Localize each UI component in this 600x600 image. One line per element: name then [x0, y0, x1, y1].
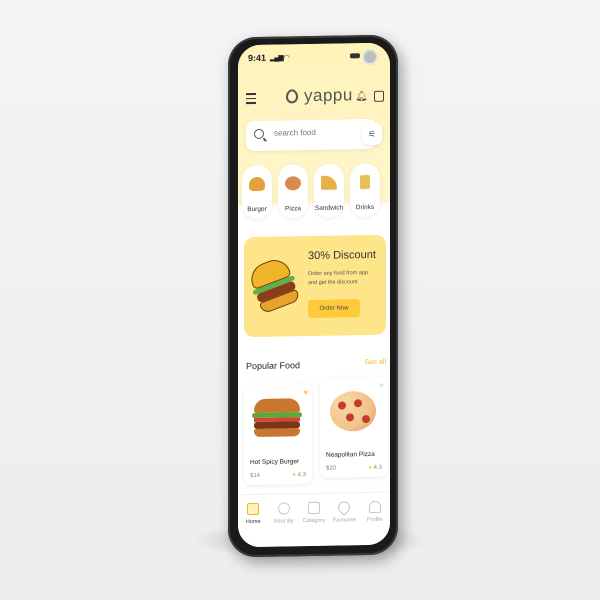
food-name: Neapolitan Pizza — [326, 450, 375, 459]
stage: 9:41 ▂▄▆ ◠ yappu 🔔︎ ⚟ — [0, 0, 600, 600]
battery-icon — [350, 53, 360, 59]
order-now-button[interactable]: Order Now — [308, 299, 360, 319]
front-camera — [362, 48, 378, 66]
nav-home[interactable]: Home — [238, 502, 268, 526]
category-label: Pizza — [285, 205, 301, 213]
star-icon: ● — [292, 472, 296, 479]
status-bar: 9:41 ▂▄▆ ◠ — [248, 48, 380, 66]
promo-burger-illustration — [246, 255, 302, 316]
location-pin-icon — [286, 89, 298, 104]
shopping-bag-icon[interactable] — [374, 90, 384, 102]
category-list: Burger Pizza Sandwich Drinks — [242, 162, 390, 220]
filter-button[interactable]: ⚟ — [362, 122, 382, 146]
nav-label: Profile — [366, 516, 383, 524]
phone-device: 9:41 ▂▄▆ ◠ yappu 🔔︎ ⚟ — [228, 34, 398, 558]
nav-label: Favourite — [332, 517, 356, 524]
nav-label: Category — [302, 517, 326, 525]
category-pizza[interactable]: Pizza — [278, 164, 308, 219]
section-title: Popular Food — [246, 360, 301, 372]
burger-image — [252, 398, 302, 439]
user-icon — [368, 500, 381, 514]
search-input[interactable] — [272, 126, 356, 139]
burger-icon — [249, 176, 265, 192]
rating-value: 4.3 — [373, 464, 382, 471]
star-icon: ● — [368, 464, 372, 472]
search-bar: ⚟ — [246, 118, 382, 152]
heart-icon[interactable]: ♥ — [303, 388, 308, 397]
app-logo: yappu — [286, 85, 353, 106]
promo-description: Order any food from app and get the disc… — [308, 270, 368, 287]
category-burger[interactable]: Burger — [242, 164, 272, 220]
category-label: Burger — [247, 205, 267, 214]
home-icon — [247, 502, 260, 516]
bell-icon[interactable]: 🔔︎ — [355, 91, 368, 102]
nav-label: Near By — [273, 518, 294, 525]
food-rating: ● 4.3 — [292, 472, 306, 478]
food-price: $14 — [250, 472, 261, 480]
sandwich-icon — [321, 175, 337, 190]
sliders-icon: ⚟ — [367, 128, 377, 140]
bottom-navigation: Home Near By Category Favourite Profile — [238, 491, 390, 548]
heart-icon[interactable]: ♥ — [379, 381, 384, 390]
pizza-image — [330, 390, 376, 432]
app-header: yappu 🔔︎ — [238, 83, 390, 114]
search-icon — [254, 128, 264, 140]
logo-text: yappu — [304, 85, 353, 106]
category-label: Sandwich — [314, 204, 344, 212]
promo-banner: 30% Discount Order any food from app and… — [244, 234, 386, 338]
heart-outline-icon — [335, 498, 353, 516]
food-card[interactable]: ♥ Neapolitan Pizza $20 ● 4.3 — [320, 376, 388, 478]
hamburger-menu-icon[interactable] — [246, 92, 256, 107]
person-icon — [277, 502, 290, 515]
food-rating: ● 4.3 — [368, 465, 382, 471]
promo-title: 30% Discount — [308, 248, 376, 263]
rating-value: 4.3 — [297, 472, 306, 479]
food-price: $20 — [326, 465, 337, 472]
nav-favourite[interactable]: Favourite — [329, 498, 359, 524]
nav-label: Home — [245, 518, 261, 526]
food-card[interactable]: ♥ Hot Spicy Burger $14 ● 4.3 — [244, 384, 312, 486]
app-screen: 9:41 ▂▄▆ ◠ yappu 🔔︎ ⚟ — [238, 42, 390, 548]
see-all-link[interactable]: See all — [365, 359, 386, 366]
category-drinks[interactable]: Drinks — [350, 162, 380, 218]
pizza-icon — [285, 176, 301, 191]
signal-icon: ▂▄▆ ◠ — [270, 54, 289, 62]
nav-near-by[interactable]: Near By — [269, 502, 299, 525]
food-name: Hot Spicy Burger — [250, 458, 300, 467]
nav-profile[interactable]: Profile — [360, 500, 390, 524]
grid-icon — [307, 501, 320, 515]
category-label: Drinks — [355, 203, 375, 212]
nav-category[interactable]: Category — [299, 501, 329, 525]
drink-icon — [360, 175, 370, 190]
category-sandwich[interactable]: Sandwich — [314, 163, 344, 218]
status-time: 9:41 — [248, 52, 267, 64]
